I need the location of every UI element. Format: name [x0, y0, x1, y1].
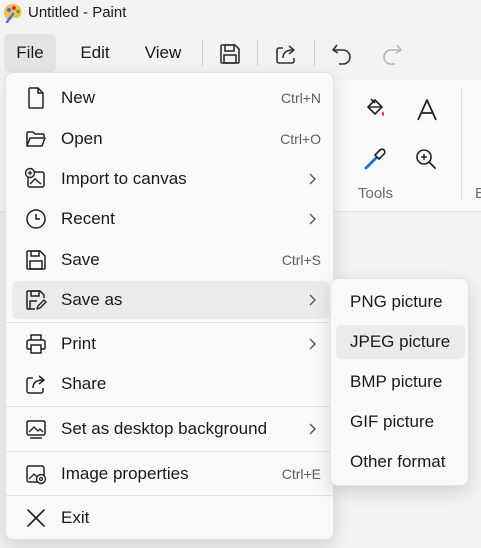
submenu-item-png-picture[interactable]: PNG picture [336, 285, 465, 319]
menu-item-save[interactable]: Save Ctrl+S [12, 241, 329, 279]
folder-icon [26, 131, 46, 147]
menu-item-label: Open [61, 129, 103, 148]
image-properties-icon [26, 465, 47, 485]
redo-icon[interactable] [378, 40, 406, 68]
file-menu: New Ctrl+N Open Ctrl+O Import to canvas … [5, 72, 334, 540]
paint-app-icon [4, 4, 22, 23]
menu-item-import-to-canvas[interactable]: Import to canvas [12, 160, 329, 198]
menu-item-label: Image properties [61, 464, 189, 483]
color-picker-icon[interactable] [362, 146, 388, 172]
menu-item-save-as[interactable]: Save as [12, 281, 329, 319]
save-as-icon [26, 290, 47, 310]
clock-icon [26, 209, 46, 229]
submenu-item-jpeg-picture[interactable]: JPEG picture [336, 325, 465, 359]
save-icon [26, 250, 46, 270]
menu-item-label: Print [61, 334, 96, 353]
menu-file[interactable]: File [4, 34, 56, 72]
menu-item-print[interactable]: Print [12, 325, 329, 363]
share-icon [26, 375, 45, 394]
chevron-right-icon [309, 338, 316, 350]
menu-item-label: Import to canvas [61, 169, 187, 188]
menu-item-label: Recent [61, 209, 115, 228]
chevron-right-icon [309, 173, 316, 185]
window-title: Untitled - Paint [28, 4, 127, 21]
save-as-submenu: PNG picture JPEG picture BMP picture GIF… [330, 278, 469, 486]
submenu-item-gif-picture[interactable]: GIF picture [336, 405, 465, 439]
submenu-item-label: BMP picture [350, 372, 443, 391]
undo-icon[interactable] [328, 40, 356, 68]
import-image-icon [24, 167, 45, 188]
tools-group-label: Tools [358, 185, 394, 202]
submenu-item-label: PNG picture [350, 292, 443, 311]
menu-item-label: Save [61, 250, 100, 269]
menu-divider [6, 322, 333, 323]
ribbon-divider [461, 88, 462, 200]
chevron-right-icon [309, 213, 316, 225]
menu-bar: File Edit View [0, 34, 481, 74]
menu-item-share[interactable]: Share [12, 365, 329, 403]
new-file-icon [28, 87, 44, 109]
fill-bucket-icon[interactable] [362, 95, 388, 121]
menu-item-shortcut: Ctrl+S [281, 252, 321, 268]
menu-item-label: Save as [61, 290, 123, 309]
menu-item-shortcut: Ctrl+N [280, 90, 321, 106]
submenu-item-label: Other format [350, 452, 446, 471]
toolbar-divider [257, 40, 258, 66]
ribbon-group-label-cut-off: B [475, 185, 481, 202]
desktop-background-icon [26, 420, 46, 439]
menu-item-set-as-desktop-background[interactable]: Set as desktop background [12, 410, 329, 448]
toolbar-divider [202, 40, 203, 66]
menu-item-shortcut: Ctrl+E [281, 466, 321, 482]
menu-edit[interactable]: Edit [70, 34, 120, 72]
save-icon[interactable] [216, 40, 244, 68]
menu-item-shortcut: Ctrl+O [280, 131, 321, 147]
menu-item-recent[interactable]: Recent [12, 200, 329, 238]
chevron-right-icon [309, 294, 316, 306]
toolbar-divider [314, 40, 315, 66]
menu-divider [6, 451, 333, 452]
menu-divider [6, 406, 333, 407]
submenu-item-label: GIF picture [350, 412, 435, 431]
title-bar: Untitled - Paint [0, 0, 481, 28]
menu-item-open[interactable]: Open Ctrl+O [12, 120, 329, 158]
close-icon [27, 509, 45, 527]
submenu-item-label: JPEG picture [350, 332, 451, 351]
magnifier-icon[interactable] [413, 146, 439, 172]
submenu-item-other-format[interactable]: Other format [336, 445, 465, 479]
menu-item-new[interactable]: New Ctrl+N [12, 79, 329, 117]
share-icon[interactable] [272, 40, 300, 68]
menu-item-label: Share [61, 374, 107, 393]
menu-item-label: Exit [61, 508, 90, 527]
chevron-right-icon [309, 423, 316, 435]
printer-icon [26, 334, 46, 354]
menu-item-label: New [61, 88, 96, 107]
text-tool-icon[interactable] [414, 97, 440, 123]
submenu-item-bmp-picture[interactable]: BMP picture [336, 365, 465, 399]
menu-divider [6, 495, 333, 496]
menu-item-image-properties[interactable]: Image properties Ctrl+E [12, 455, 329, 493]
menu-item-label: Set as desktop background [61, 419, 268, 438]
menu-view[interactable]: View [136, 34, 190, 72]
menu-item-exit[interactable]: Exit [12, 499, 329, 537]
